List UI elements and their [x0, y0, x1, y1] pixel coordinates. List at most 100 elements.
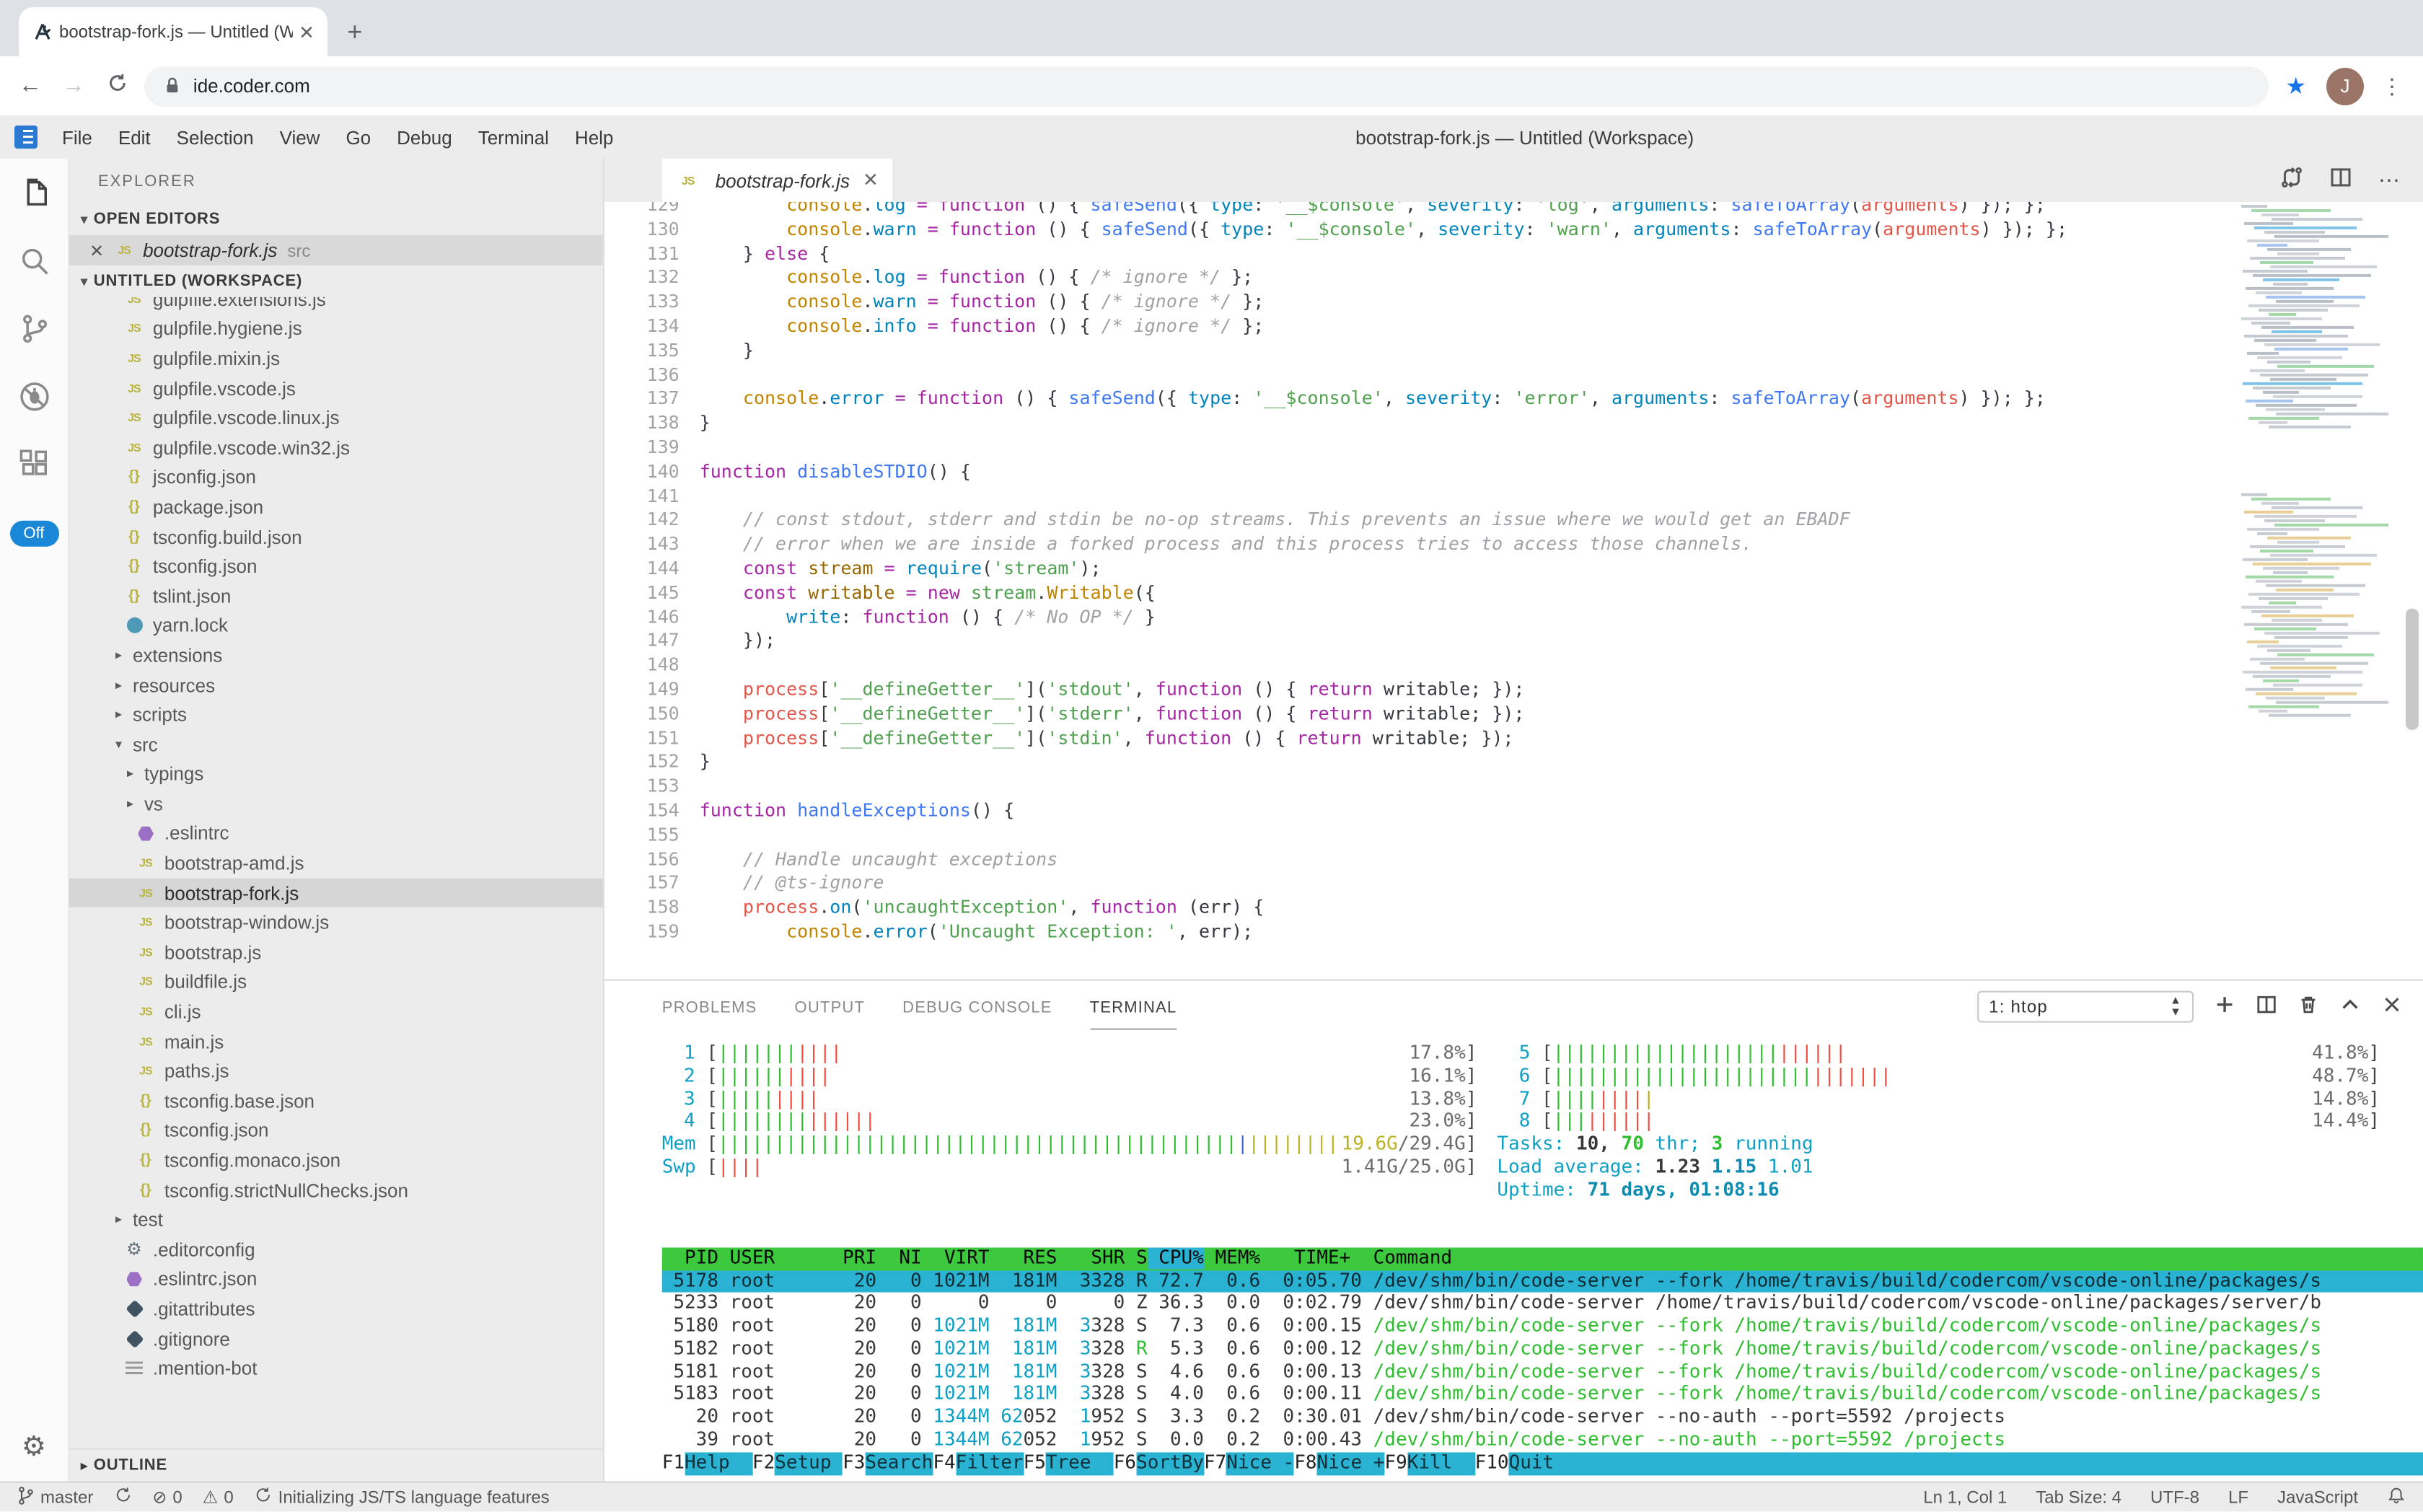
forward-icon[interactable]: →	[52, 73, 95, 99]
tree-item-.gitignore[interactable]: .gitignore	[69, 1324, 603, 1353]
fkey-label-nice -[interactable]: Nice -	[1226, 1453, 1294, 1475]
menu-item-edit[interactable]: Edit	[105, 126, 164, 148]
tree-item-resources[interactable]: ▸resources	[69, 670, 603, 700]
menu-item-help[interactable]: Help	[562, 126, 626, 148]
fkey-label-kill[interactable]: Kill	[1407, 1453, 1475, 1475]
browser-tab[interactable]: bootstrap-fork.js — Untitled (W ✕	[19, 7, 327, 56]
htop-process-row[interactable]: 5178 root 20 0 1021M 181M 3328 R 72.7 0.…	[662, 1270, 2423, 1292]
tree-item-bootstrap.js[interactable]: JSbootstrap.js	[69, 938, 603, 967]
fkey-F8[interactable]: F8	[1294, 1453, 1316, 1475]
htop-process-row[interactable]: 39 root 20 0 1344M 62052 1952 S 0.0 0.2 …	[662, 1429, 2423, 1451]
fkey-F7[interactable]: F7	[1204, 1453, 1226, 1475]
tree-item-tsconfig.base.json[interactable]: {}tsconfig.base.json	[69, 1086, 603, 1116]
menu-item-file[interactable]: File	[49, 126, 105, 148]
tree-item-tsconfig.json[interactable]: {}tsconfig.json	[69, 551, 603, 581]
panel-tab-terminal[interactable]: TERMINAL	[1090, 983, 1177, 1029]
close-icon[interactable]: ✕	[89, 240, 104, 260]
tree-item-package.json[interactable]: {}package.json	[69, 492, 603, 522]
fkey-F6[interactable]: F6	[1114, 1453, 1136, 1475]
new-terminal-icon[interactable]	[2214, 993, 2235, 1019]
status-item-master[interactable]: master	[17, 1485, 93, 1509]
code-editor[interactable]: 129 console.log = function () { safeSend…	[604, 202, 2423, 980]
status-item-javascript[interactable]: JavaScript	[2277, 1487, 2358, 1507]
htop-process-row[interactable]: 5181 root 20 0 1021M 181M 3328 S 4.6 0.6…	[662, 1361, 2423, 1383]
htop-process-row[interactable]: 5233 root 20 0 0 0 0 Z 36.3 0.0 0:02.79 …	[662, 1293, 2423, 1315]
menu-item-selection[interactable]: Selection	[164, 126, 267, 148]
tree-item-jsconfig.json[interactable]: {}jsconfig.json	[69, 462, 603, 492]
tab-close-icon[interactable]: ✕	[299, 22, 315, 41]
tree-item-bootstrap-window.js[interactable]: JSbootstrap-window.js	[69, 908, 603, 938]
menu-item-go[interactable]: Go	[333, 126, 384, 148]
app-logo-icon[interactable]	[14, 126, 38, 149]
tree-item-cli.js[interactable]: JScli.js	[69, 997, 603, 1027]
tree-item-bootstrap-fork.js[interactable]: JSbootstrap-fork.js	[69, 878, 603, 907]
fkey-label-sortby[interactable]: SortBy	[1136, 1453, 1204, 1475]
sidebar-item-debug[interactable]	[0, 362, 68, 430]
htop-table-header[interactable]: PID USER PRI NI VIRT RES SHR S CPU% MEM%…	[662, 1247, 2423, 1270]
tree-item-tsconfig.monaco.json[interactable]: {}tsconfig.monaco.json	[69, 1146, 603, 1175]
tree-item-tsconfig.strictNullChecks.json[interactable]: {}tsconfig.strictNullChecks.json	[69, 1175, 603, 1205]
tree-item-typings[interactable]: ▸typings	[69, 760, 603, 789]
fkey-F4[interactable]: F4	[933, 1453, 955, 1475]
status-badge[interactable]: Off	[9, 521, 58, 547]
fkey-label-quit[interactable]: Quit	[1509, 1453, 2423, 1475]
tree-item-gulpfile.vscode.js[interactable]: JSgulpfile.vscode.js	[69, 373, 603, 403]
sidebar-item-source-control[interactable]	[0, 294, 68, 362]
maximize-panel-icon[interactable]	[2339, 993, 2361, 1019]
close-panel-icon[interactable]	[2381, 993, 2403, 1019]
more-actions-icon[interactable]: ⋯	[2378, 167, 2400, 193]
outline-header[interactable]: ▸ OUTLINE	[69, 1448, 603, 1481]
tree-item-scripts[interactable]: ▸scripts	[69, 700, 603, 729]
close-icon[interactable]: ✕	[863, 169, 879, 192]
fkey-label-nice +[interactable]: Nice +	[1317, 1453, 1385, 1475]
fkey-F2[interactable]: F2	[752, 1453, 775, 1475]
htop-process-row[interactable]: 5183 root 20 0 1021M 181M 3328 S 4.0 0.6…	[662, 1384, 2423, 1406]
fkey-F9[interactable]: F9	[1384, 1453, 1407, 1475]
tree-item-extensions[interactable]: ▸extensions	[69, 641, 603, 670]
terminal[interactable]: 1 [|||||||||||17.8%]5 [|||||||||||||||||…	[604, 1032, 2423, 1482]
status-item-0[interactable]: ⚠0	[203, 1487, 234, 1507]
tree-item-gulpfile.mixin.js[interactable]: JSgulpfile.mixin.js	[69, 343, 603, 373]
reload-icon[interactable]	[95, 71, 138, 100]
tree-item-main.js[interactable]: JSmain.js	[69, 1027, 603, 1056]
htop-process-row[interactable]: 5180 root 20 0 1021M 181M 3328 S 7.3 0.6…	[662, 1315, 2423, 1337]
open-editors-header[interactable]: ▾ OPEN EDITORS	[69, 203, 603, 235]
tree-item-test[interactable]: ▸test	[69, 1205, 603, 1234]
avatar[interactable]: J	[2326, 67, 2364, 105]
editor-scrollbar[interactable]	[2406, 609, 2419, 730]
tree-item-gulpfile.vscode.linux.js[interactable]: JSgulpfile.vscode.linux.js	[69, 403, 603, 433]
tree-item-.eslintrc.json[interactable]: .eslintrc.json	[69, 1265, 603, 1294]
bell-icon[interactable]	[2387, 1485, 2406, 1509]
fkey-label-filter[interactable]: Filter	[956, 1453, 1024, 1475]
tree-item-tsconfig.build.json[interactable]: {}tsconfig.build.json	[69, 522, 603, 551]
minimap[interactable]	[2238, 205, 2400, 718]
tree-item-gulpfile.vscode.win32.js[interactable]: JSgulpfile.vscode.win32.js	[69, 433, 603, 462]
fkey-label-setup[interactable]: Setup	[775, 1453, 843, 1475]
address-bar[interactable]: ide.coder.com	[144, 66, 2268, 106]
tree-item-bootstrap-amd.js[interactable]: JSbootstrap-amd.js	[69, 848, 603, 878]
fkey-F5[interactable]: F5	[1024, 1453, 1046, 1475]
sidebar-item-extensions[interactable]	[0, 430, 68, 498]
menu-item-terminal[interactable]: Terminal	[465, 126, 562, 148]
fkey-F1[interactable]: F1	[662, 1453, 685, 1475]
tree-item-tsconfig.json[interactable]: {}tsconfig.json	[69, 1116, 603, 1146]
terminal-select[interactable]: 1: htop ▲▼	[1977, 990, 2194, 1022]
tree-item-paths.js[interactable]: JSpaths.js	[69, 1056, 603, 1086]
new-tab-button[interactable]: +	[336, 13, 374, 50]
htop-process-row[interactable]: 5182 root 20 0 1021M 181M 3328 R 5.3 0.6…	[662, 1338, 2423, 1361]
status-item-utf-8[interactable]: UTF-8	[2150, 1487, 2199, 1507]
gear-icon[interactable]: ⚙	[0, 1430, 68, 1464]
htop-process-row[interactable]: 20 root 20 0 1344M 62052 1952 S 3.3 0.2 …	[662, 1406, 2423, 1428]
sidebar-item-explorer[interactable]	[0, 159, 68, 227]
panel-tab-debug-console[interactable]: DEBUG CONSOLE	[902, 983, 1052, 1029]
panel-tab-output[interactable]: OUTPUT	[795, 983, 866, 1029]
status-item-tab-size-4[interactable]: Tab Size: 4	[2036, 1487, 2121, 1507]
tree-item-.eslintrc[interactable]: .eslintrc	[69, 819, 603, 848]
sidebar-item-search[interactable]	[0, 227, 68, 294]
tree-item-src[interactable]: ▾src	[69, 730, 603, 760]
fkey-label-search[interactable]: Search	[865, 1453, 933, 1475]
kill-terminal-icon[interactable]	[2297, 993, 2319, 1019]
back-icon[interactable]: ←	[9, 73, 52, 99]
browser-menu-icon[interactable]: ⋮	[2381, 73, 2403, 99]
split-editor-icon[interactable]	[2329, 165, 2352, 195]
